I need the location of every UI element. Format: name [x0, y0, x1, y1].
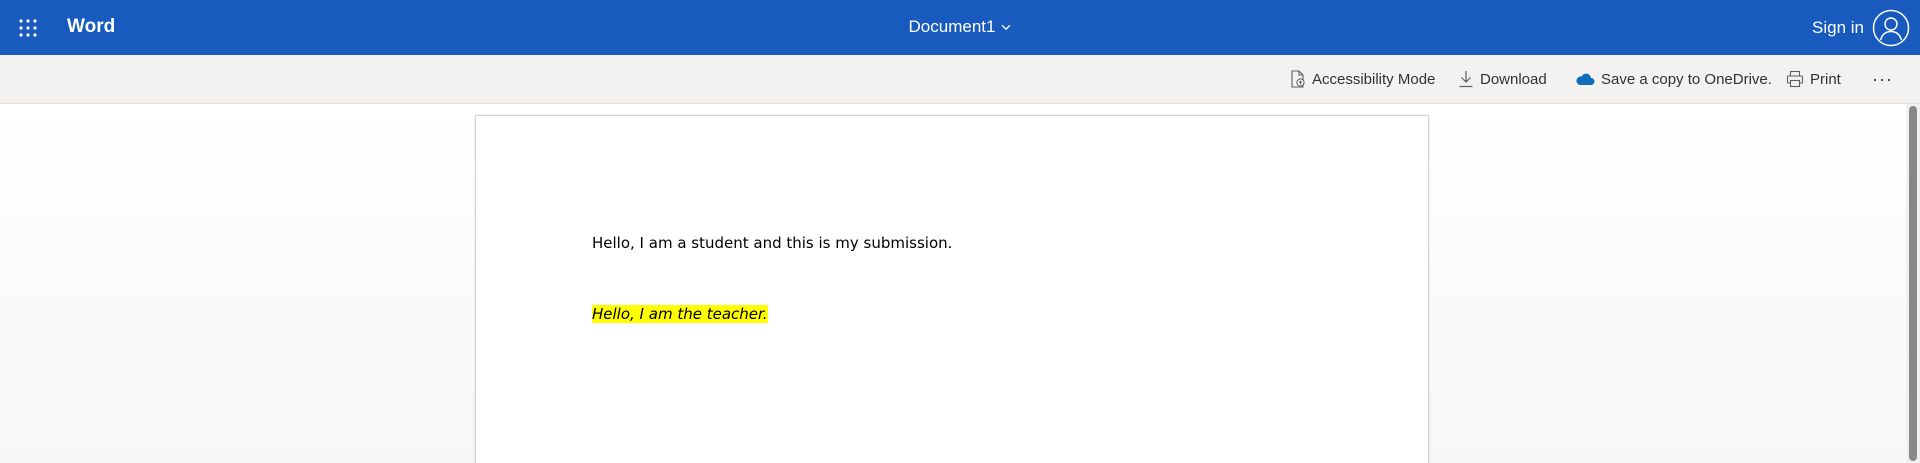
cloud-icon	[1576, 73, 1595, 85]
accessibility-document-icon	[1291, 70, 1305, 88]
download-button[interactable]: Download	[1458, 68, 1547, 90]
paragraph-text: Hello, I am a student and this is my sub…	[592, 234, 953, 252]
save-copy-label: Save a copy to OneDrive.	[1601, 70, 1772, 88]
word-online-window: Word Document1 Sign in Accessibility Mod…	[0, 0, 1920, 463]
command-bar: Accessibility Mode Download Save a copy …	[0, 55, 1920, 104]
printer-icon	[1786, 70, 1804, 88]
accessibility-mode-button[interactable]: Accessibility Mode	[1290, 68, 1435, 90]
save-copy-to-onedrive-button[interactable]: Save a copy to OneDrive.	[1575, 68, 1772, 90]
highlighted-text: Hello, I am the teacher.	[592, 305, 768, 323]
chevron-down-icon	[1002, 24, 1011, 30]
account-button[interactable]	[1872, 9, 1910, 47]
document-page: Hello, I am a student and this is my sub…	[475, 115, 1429, 463]
print-button[interactable]: Print	[1786, 68, 1841, 90]
vertical-scrollbar[interactable]	[1906, 104, 1920, 463]
document-title: Document1	[908, 17, 996, 36]
ellipsis-icon: ···	[1872, 68, 1893, 89]
print-label: Print	[1810, 70, 1841, 88]
scrollbar-thumb[interactable]	[1909, 106, 1917, 461]
app-header: Word Document1 Sign in	[0, 0, 1920, 55]
person-icon	[1872, 9, 1910, 47]
download-label: Download	[1480, 70, 1547, 88]
paragraph-teacher: Hello, I am the teacher.	[592, 304, 768, 324]
sign-in-link[interactable]: Sign in	[1812, 17, 1864, 39]
download-icon	[1459, 71, 1473, 88]
document-title-area: Document1	[0, 16, 1920, 38]
document-title-button[interactable]: Document1	[909, 16, 1012, 38]
more-options-button[interactable]: ···	[1872, 68, 1893, 90]
accessibility-mode-label: Accessibility Mode	[1312, 70, 1436, 88]
paragraph-student: Hello, I am a student and this is my sub…	[592, 233, 952, 253]
